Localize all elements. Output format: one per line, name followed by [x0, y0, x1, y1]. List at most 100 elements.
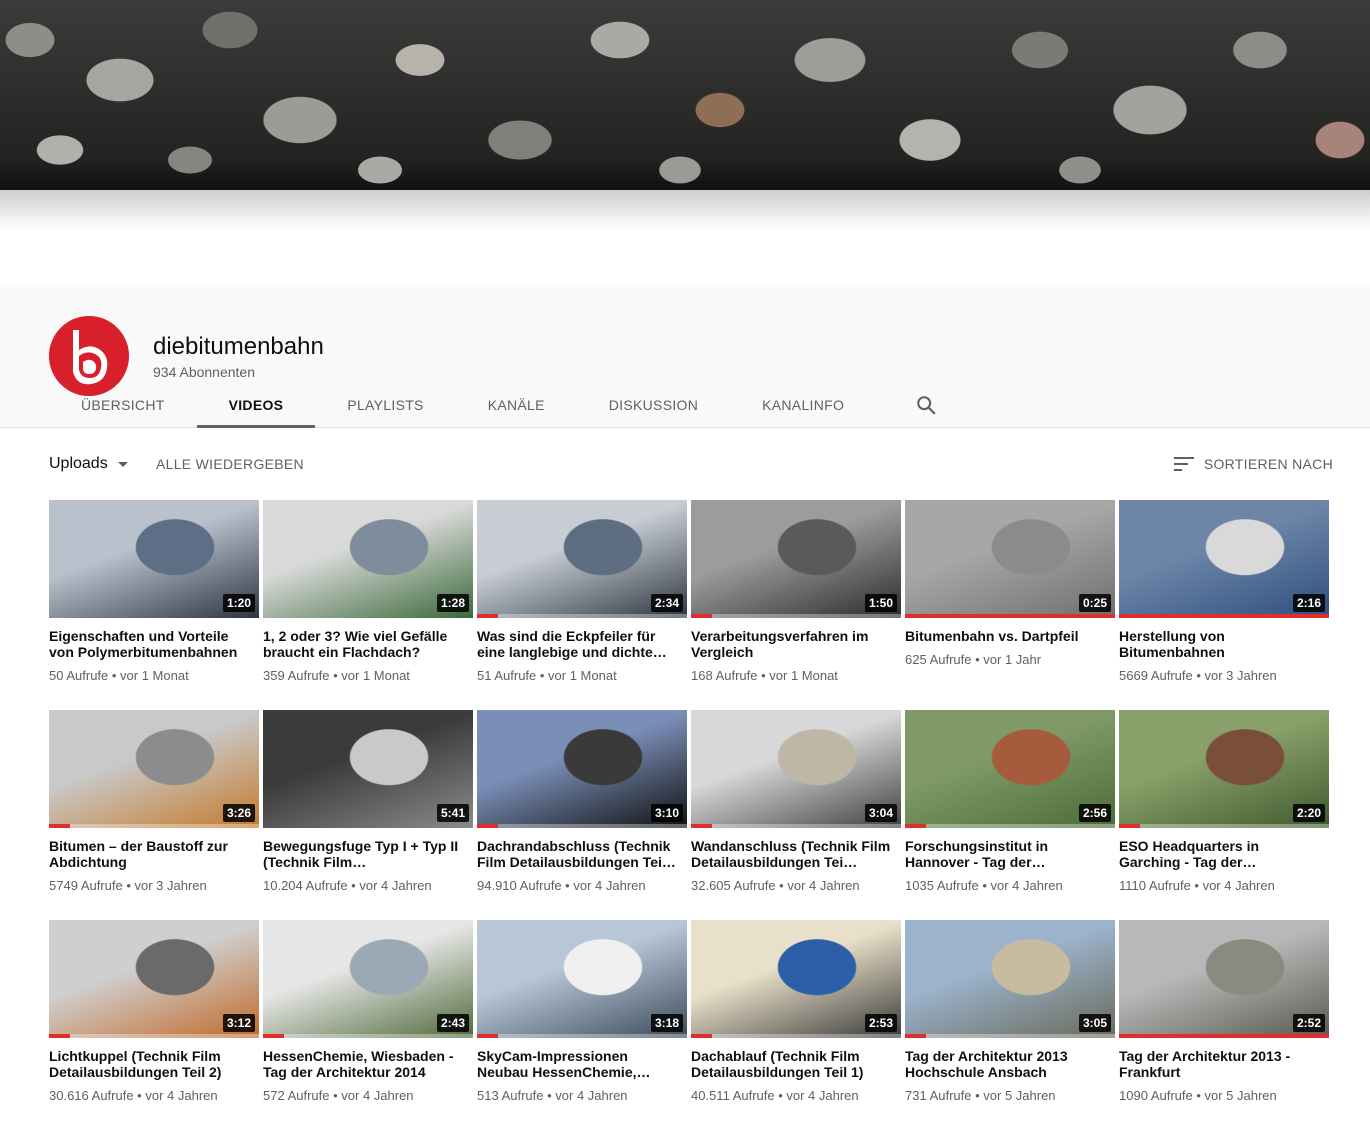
video-thumbnail[interactable]: 2:52 [1119, 920, 1329, 1038]
video-card[interactable]: 1:50 Verarbeitungsverfahren im Vergleich 1… [691, 500, 901, 710]
watch-progress-bar [1119, 1034, 1329, 1038]
uploads-label: Uploads [49, 455, 108, 472]
video-thumbnail[interactable]: 3:18 [477, 920, 687, 1038]
video-meta: 168 Aufrufe • vor 1 Monat [691, 668, 838, 683]
banner-shadow [0, 190, 1370, 230]
video-title[interactable]: Wandanschluss (Technik Film Detailausbil… [691, 838, 901, 870]
caret-down-icon [117, 461, 128, 467]
watch-progress-bar [49, 1034, 70, 1038]
tab-discussion[interactable]: DISKUSSION [577, 381, 730, 428]
video-card[interactable]: 2:34 Was sind die Eckpfeiler für eine lan… [477, 500, 687, 710]
video-title[interactable]: Bewegungsfuge Typ I + Typ II (Technik Fi… [263, 838, 473, 870]
video-thumbnail[interactable]: 3:10 [477, 710, 687, 828]
video-card[interactable]: 5:41 Bewegungsfuge Typ I + Typ II (Techni… [263, 710, 473, 920]
video-duration: 1:20 [222, 594, 255, 612]
watch-progress-bar [477, 824, 498, 828]
video-meta: 32.605 Aufrufe • vor 4 Jahren [691, 878, 860, 893]
video-card[interactable]: 3:18 SkyCam-Impressionen Neubau HessenChe… [477, 920, 687, 1123]
channel-search-button[interactable] [896, 381, 956, 428]
video-duration: 3:12 [222, 1014, 255, 1032]
watch-progress-bar [905, 614, 1115, 618]
watch-progress-bar [263, 1034, 284, 1038]
video-meta: 50 Aufrufe • vor 1 Monat [49, 668, 189, 683]
video-title[interactable]: Dachablauf (Technik Film Detailausbildun… [691, 1048, 901, 1080]
watch-progress-bar [49, 824, 70, 828]
video-title[interactable]: Forschungsinstitut in Hannover - Tag der… [905, 838, 1115, 870]
video-card[interactable]: 2:56 Forschungsinstitut in Hannover - Tag… [905, 710, 1115, 920]
video-thumbnail[interactable]: 3:12 [49, 920, 259, 1038]
video-thumbnail[interactable]: 5:41 [263, 710, 473, 828]
video-thumbnail[interactable]: 2:20 [1119, 710, 1329, 828]
channel-header: diebitumenbahn 934 Abonnenten ÜBERSICHT … [0, 285, 1370, 428]
video-meta: 731 Aufrufe • vor 5 Jahren [905, 1088, 1056, 1103]
video-card[interactable]: 3:26 Bitumen – der Baustoff zur Abdichtun… [49, 710, 259, 920]
video-card[interactable]: 2:20 ESO Headquarters in Garching - Tag d… [1119, 710, 1329, 920]
tab-overview[interactable]: ÜBERSICHT [49, 381, 197, 428]
watch-progress-bar [691, 824, 712, 828]
video-duration: 2:34 [650, 594, 683, 612]
video-title[interactable]: Lichtkuppel (Technik Film Detailausbildu… [49, 1048, 259, 1080]
video-card[interactable]: 3:05 Tag der Architektur 2013 Hochschule … [905, 920, 1115, 1123]
watch-progress-track [691, 1034, 901, 1038]
video-duration: 3:10 [650, 804, 683, 822]
video-meta: 625 Aufrufe • vor 1 Jahr [905, 652, 1042, 667]
video-meta: 10.204 Aufrufe • vor 4 Jahren [263, 878, 432, 893]
tab-playlists[interactable]: PLAYLISTS [315, 381, 455, 428]
video-title[interactable]: Was sind die Eckpfeiler für eine langleb… [477, 628, 687, 660]
video-title[interactable]: Tag der Architektur 2013 Hochschule Ansb… [905, 1048, 1115, 1080]
video-thumbnail[interactable]: 2:53 [691, 920, 901, 1038]
video-card[interactable]: 1:28 1, 2 oder 3? Wie viel Gefälle brauch… [263, 500, 473, 710]
tab-videos[interactable]: VIDEOS [196, 381, 316, 428]
video-thumbnail[interactable]: 0:25 [905, 500, 1115, 618]
video-title[interactable]: Bitumen – der Baustoff zur Abdichtung [49, 838, 259, 870]
tab-about[interactable]: KANALINFO [730, 381, 876, 428]
video-title[interactable]: Tag der Architektur 2013 - Frankfurt [1119, 1048, 1329, 1080]
watch-progress-track [263, 1034, 473, 1038]
video-thumbnail[interactable]: 2:43 [263, 920, 473, 1038]
watch-progress-bar [1119, 614, 1329, 618]
video-thumbnail[interactable]: 3:26 [49, 710, 259, 828]
video-title[interactable]: Bitumenbahn vs. Dartpfeil [905, 628, 1115, 644]
watch-progress-bar [477, 614, 498, 618]
video-card[interactable]: 3:10 Dachrandabschluss (Technik Film Deta… [477, 710, 687, 920]
video-title[interactable]: HessenChemie, Wiesbaden - Tag der Archit… [263, 1048, 473, 1080]
video-thumbnail[interactable]: 1:28 [263, 500, 473, 618]
sort-label: SORTIEREN NACH [1203, 456, 1333, 472]
uploads-dropdown[interactable]: Uploads [49, 448, 128, 480]
video-card[interactable]: 2:52 Tag der Architektur 2013 - Frankfurt… [1119, 920, 1329, 1123]
video-duration: 2:53 [864, 1014, 897, 1032]
channel-name: diebitumenbahn [153, 333, 324, 360]
video-thumbnail[interactable]: 2:34 [477, 500, 687, 618]
video-meta: 51 Aufrufe • vor 1 Monat [477, 668, 617, 683]
video-title[interactable]: ESO Headquarters in Garching - Tag der… [1119, 838, 1329, 870]
video-duration: 2:20 [1292, 804, 1325, 822]
video-thumbnail[interactable]: 1:20 [49, 500, 259, 618]
watch-progress-track [905, 1034, 1115, 1038]
sort-button[interactable]: SORTIEREN NACH [1173, 448, 1333, 480]
video-duration: 1:50 [864, 594, 897, 612]
video-title[interactable]: Verarbeitungsverfahren im Vergleich [691, 628, 901, 660]
video-card[interactable]: 2:43 HessenChemie, Wiesbaden - Tag der Ar… [263, 920, 473, 1123]
video-card[interactable]: 0:25 Bitumenbahn vs. Dartpfeil 625 Aufrufe… [905, 500, 1115, 710]
video-card[interactable]: 3:04 Wandanschluss (Technik Film Detailau… [691, 710, 901, 920]
video-thumbnail[interactable]: 2:16 [1119, 500, 1329, 618]
video-meta: 1110 Aufrufe • vor 4 Jahren [1119, 878, 1275, 893]
video-card[interactable]: 1:20 Eigenschaften und Vorteile von Polym… [49, 500, 259, 710]
video-thumbnail[interactable]: 3:05 [905, 920, 1115, 1038]
video-card[interactable]: 2:16 Herstellung von Bitumenbahnen 5669 Au… [1119, 500, 1329, 710]
video-title[interactable]: Eigenschaften und Vorteile von Polymerbi… [49, 628, 259, 660]
video-title[interactable]: Herstellung von Bitumenbahnen [1119, 628, 1329, 660]
watch-progress-bar [477, 1034, 498, 1038]
video-duration: 1:28 [436, 594, 469, 612]
tab-channels[interactable]: KANÄLE [456, 381, 577, 428]
video-title[interactable]: 1, 2 oder 3? Wie viel Gefälle braucht ei… [263, 628, 473, 660]
play-all-button[interactable]: ALLE WIEDERGEBEN [156, 448, 304, 480]
video-title[interactable]: Dachrandabschluss (Technik Film Detailau… [477, 838, 687, 870]
video-card[interactable]: 3:12 Lichtkuppel (Technik Film Detailausb… [49, 920, 259, 1123]
video-thumbnail[interactable]: 3:04 [691, 710, 901, 828]
video-thumbnail[interactable]: 1:50 [691, 500, 901, 618]
video-card[interactable]: 2:53 Dachablauf (Technik Film Detailausbi… [691, 920, 901, 1123]
video-thumbnail[interactable]: 2:56 [905, 710, 1115, 828]
video-meta: 30.616 Aufrufe • vor 4 Jahren [49, 1088, 218, 1103]
video-title[interactable]: SkyCam-Impressionen Neubau HessenChemie,… [477, 1048, 687, 1080]
